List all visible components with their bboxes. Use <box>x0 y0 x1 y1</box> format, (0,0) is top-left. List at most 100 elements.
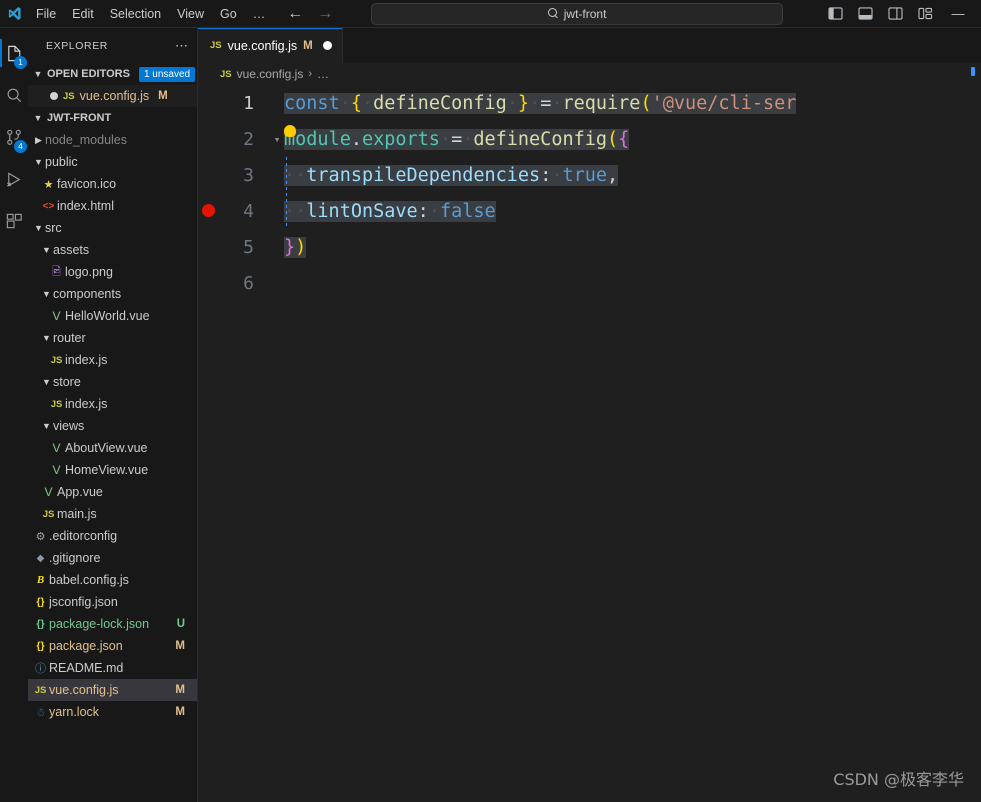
code-token: = <box>540 92 552 114</box>
project-folder-header[interactable]: ▼ JWT-FRONT <box>28 107 197 129</box>
chevron-right-icon[interactable]: ▶ <box>32 135 45 146</box>
tree-file--gitignore[interactable]: ◆ .gitignore <box>28 547 197 569</box>
menu-edit[interactable]: Edit <box>64 3 102 25</box>
tree-file-logo-png[interactable]: 🖻 logo.png <box>28 261 197 283</box>
glyph-margin[interactable] <box>198 85 224 121</box>
glyph-margin[interactable] <box>198 229 224 265</box>
vscode-window: File Edit Selection View Go … ← → jwt-fr… <box>0 0 981 802</box>
minimize-button[interactable]: — <box>941 1 975 27</box>
glyph-margin[interactable] <box>198 265 224 301</box>
explorer-badge: 1 <box>14 56 27 69</box>
sidebar-item-explorer[interactable]: 1 <box>0 32 28 74</box>
menu-go[interactable]: Go <box>212 3 245 25</box>
tree-folder-router[interactable]: ▼ router <box>28 327 197 349</box>
menu-file[interactable]: File <box>28 3 64 25</box>
tree-file-package-lock-json[interactable]: {} package-lock.json U <box>28 613 197 635</box>
tree-file--editorconfig[interactable]: ⚙ .editorconfig <box>28 525 197 547</box>
tree-folder-node-modules[interactable]: ▶ node_modules <box>28 129 197 151</box>
dirty-indicator-icon[interactable] <box>50 92 58 100</box>
indent-guide <box>286 193 287 229</box>
menu-more[interactable]: … <box>245 3 274 25</box>
tree-file-index-js[interactable]: JS index.js <box>28 349 197 371</box>
tab-label: vue.config.js <box>227 38 298 53</box>
chevron-down-icon[interactable]: ▼ <box>32 157 45 167</box>
tree-folder-views[interactable]: ▼ views <box>28 415 197 437</box>
chevron-down-icon[interactable]: ▼ <box>40 245 53 255</box>
search-input[interactable]: jwt-front <box>371 2 784 25</box>
breadcrumb-file[interactable]: vue.config.js <box>237 67 304 81</box>
tree-folder-components[interactable]: ▼ components <box>28 283 197 305</box>
chevron-down-icon[interactable]: ▼ <box>32 223 45 233</box>
workbench-body: 1 4 EXPLORER ⋯ ▼ OPEN EDITORS 1 unsaved … <box>0 28 981 802</box>
toggle-primary-sidebar[interactable] <box>821 3 849 25</box>
code-line[interactable]: 2 ▾ module.exports·=·defineConfig({ <box>198 121 981 157</box>
code-line[interactable]: 4 ··lintOnSave:·false <box>198 193 981 229</box>
js-icon: JS <box>63 90 75 102</box>
code-line[interactable]: 5}) <box>198 229 981 265</box>
chevron-down-icon[interactable]: ▼ <box>40 333 53 343</box>
tree-file-index-html[interactable]: <> index.html <box>28 195 197 217</box>
chevron-down-icon[interactable]: ▼ <box>40 421 53 431</box>
chevron-down-icon[interactable]: ▼ <box>40 377 53 387</box>
tree-file-jsconfig-json[interactable]: {} jsconfig.json <box>28 591 197 613</box>
tree-file-favicon-ico[interactable]: ★ favicon.ico <box>28 173 197 195</box>
tree-file-main-js[interactable]: JS main.js <box>28 503 197 525</box>
tree-folder-src[interactable]: ▼ src <box>28 217 197 239</box>
breadcrumb-rest[interactable]: … <box>317 67 329 81</box>
glyph-margin[interactable] <box>198 121 224 157</box>
tree-file-yarn-lock[interactable]: ☃ yarn.lock M <box>28 701 197 723</box>
arrow-left-icon[interactable]: ← <box>287 5 303 22</box>
code-line[interactable]: 1 const·{·defineConfig·}·=·require('@vue/… <box>198 85 981 121</box>
glyph-margin[interactable] <box>198 193 224 229</box>
fold-icon[interactable]: ▾ <box>270 133 284 146</box>
tree-file-package-json[interactable]: {} package.json M <box>28 635 197 657</box>
arrow-right-icon[interactable]: → <box>317 5 333 22</box>
tree-item-label: router <box>53 331 86 345</box>
line-number: 1 <box>243 92 254 114</box>
customize-layout[interactable] <box>911 3 939 25</box>
toggle-secondary-sidebar[interactable] <box>881 3 909 25</box>
tree-file-index-js[interactable]: JS index.js <box>28 393 197 415</box>
sidebar-item-search[interactable] <box>0 74 28 116</box>
tree-item-label: .gitignore <box>49 551 101 565</box>
open-editors-header[interactable]: ▼ OPEN EDITORS 1 unsaved <box>28 63 197 85</box>
line-number: 2 <box>243 128 254 150</box>
chevron-down-icon[interactable]: ▼ <box>40 289 53 299</box>
gear-icon: ⚙ <box>35 530 46 543</box>
tree-file-app-vue[interactable]: V App.vue <box>28 481 197 503</box>
lightbulb-icon[interactable] <box>284 125 296 137</box>
tree-file-helloworld-vue[interactable]: V HelloWorld.vue <box>28 305 197 327</box>
tree-item-label: node_modules <box>45 133 128 147</box>
menu-selection[interactable]: Selection <box>102 3 169 25</box>
code-editor[interactable]: 1 const·{·defineConfig·}·=·require('@vue/… <box>198 85 981 802</box>
activity-bar: 1 4 <box>0 28 28 802</box>
sidebar-item-source-control[interactable]: 4 <box>0 116 28 158</box>
tree-folder-public[interactable]: ▼ public <box>28 151 197 173</box>
tab-dirty-icon[interactable] <box>322 41 332 50</box>
open-editor-item[interactable]: JS vue.config.js M <box>28 85 197 107</box>
sidebar-item-extensions[interactable] <box>0 200 28 242</box>
tree-folder-assets[interactable]: ▼ assets <box>28 239 197 261</box>
toggle-panel[interactable] <box>851 3 879 25</box>
tree-item-label: package.json <box>49 639 123 653</box>
code-line[interactable]: 3 ··transpileDependencies:·true, <box>198 157 981 193</box>
tree-file-vue-config-js[interactable]: JS vue.config.js M <box>28 679 197 701</box>
breadcrumb: JS vue.config.js › … <box>198 63 981 85</box>
tree-file-babel-config-js[interactable]: Bbabel.config.js <box>28 569 197 591</box>
html-icon: <> <box>42 200 55 212</box>
tab-vue-config-js[interactable]: JS vue.config.js M <box>198 28 343 63</box>
breakpoint-icon[interactable] <box>202 204 215 217</box>
git-status-badge: M <box>175 640 185 652</box>
tree-file-aboutview-vue[interactable]: V AboutView.vue <box>28 437 197 459</box>
git-status-badge: U <box>176 618 185 630</box>
open-editor-git-status: M <box>158 90 168 102</box>
tree-file-readme-md[interactable]: ⓘ README.md <box>28 657 197 679</box>
tree-file-homeview-vue[interactable]: V HomeView.vue <box>28 459 197 481</box>
tree-folder-store[interactable]: ▼ store <box>28 371 197 393</box>
window-controls: — <box>821 1 981 27</box>
glyph-margin[interactable] <box>198 157 224 193</box>
sidebar-item-run-debug[interactable] <box>0 158 28 200</box>
code-line[interactable]: 6 <box>198 265 981 301</box>
explorer-more-icon[interactable]: ⋯ <box>175 38 189 54</box>
menu-view[interactable]: View <box>169 3 212 25</box>
